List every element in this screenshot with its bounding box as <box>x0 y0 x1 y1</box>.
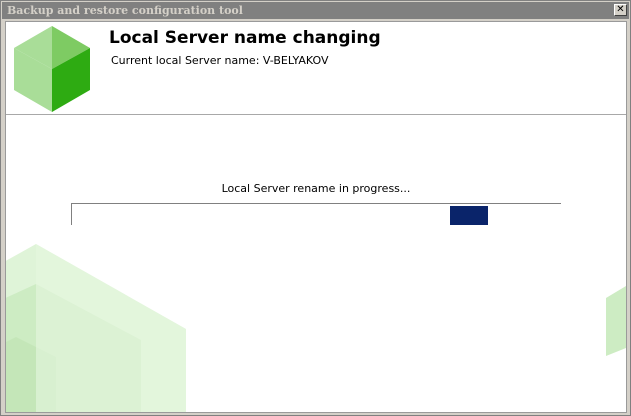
close-button[interactable]: ✕ <box>614 4 627 16</box>
dialog-content: Local Server name changing Current local… <box>5 21 627 413</box>
page-title: Local Server name changing <box>109 28 381 48</box>
current-server-name: Current local Server name: V-BELYAKOV <box>111 54 329 67</box>
progress-marquee-chunk <box>450 206 488 225</box>
app-window: Backup and restore configuration tool ✕ … <box>0 0 631 416</box>
progress-bar <box>71 203 561 225</box>
product-logo-icon <box>14 26 90 112</box>
wizard-header: Local Server name changing Current local… <box>6 22 626 114</box>
window-title: Backup and restore configuration tool <box>7 4 243 17</box>
header-divider <box>6 114 626 115</box>
close-icon: ✕ <box>616 4 625 15</box>
title-bar[interactable]: Backup and restore configuration tool ✕ <box>2 2 629 19</box>
progress-status-text: Local Server rename in progress... <box>221 182 411 195</box>
